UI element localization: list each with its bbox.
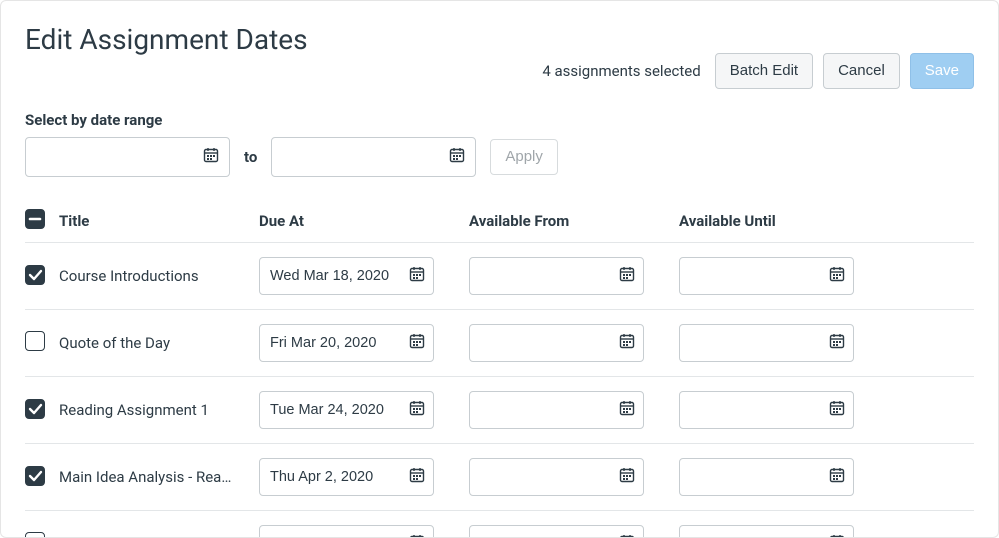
due-at-wrap (259, 525, 434, 538)
available-until-input[interactable] (679, 324, 854, 362)
due-at-wrap (259, 391, 434, 429)
apply-filter-button[interactable]: Apply (490, 139, 558, 175)
due-at-input[interactable] (259, 391, 434, 429)
col-available-from: Available From (469, 212, 679, 230)
row-select-cell (25, 532, 59, 538)
due-at-wrap (259, 458, 434, 496)
col-due-at: Due At (259, 212, 469, 230)
header-row: Edit Assignment Dates 4 assignments sele… (25, 23, 974, 89)
due-at-input[interactable] (259, 257, 434, 295)
cancel-button[interactable]: Cancel (823, 53, 900, 89)
available-until-input[interactable] (679, 525, 854, 538)
available-from-cell (469, 525, 679, 538)
due-at-input[interactable] (259, 525, 434, 538)
row-title: Main Idea Analysis - Readi... (59, 468, 249, 486)
available-until-wrap (679, 257, 854, 295)
row-select-checkbox[interactable] (25, 399, 45, 419)
available-until-cell (679, 458, 889, 496)
page-title: Edit Assignment Dates (25, 23, 308, 56)
filter-label: Select by date range (25, 111, 974, 129)
available-from-input[interactable] (469, 324, 644, 362)
available-from-cell (469, 324, 679, 362)
filter-to-label: to (244, 148, 257, 166)
available-from-wrap (469, 525, 644, 538)
due-at-cell (259, 324, 469, 362)
available-until-cell (679, 525, 889, 538)
edit-assignment-dates-page: Edit Assignment Dates 4 assignments sele… (0, 0, 999, 538)
available-until-wrap (679, 324, 854, 362)
table-row: Main Idea Analysis - Readi... (25, 444, 974, 511)
date-range-filter: Select by date range to Apply (25, 111, 974, 177)
select-all-cell (25, 209, 59, 232)
due-at-cell (259, 458, 469, 496)
filter-end-date-input[interactable] (271, 137, 476, 177)
due-at-wrap (259, 324, 434, 362)
due-at-input[interactable] (259, 324, 434, 362)
available-from-cell (469, 458, 679, 496)
due-at-cell (259, 525, 469, 538)
due-at-cell (259, 257, 469, 295)
available-until-cell (679, 324, 889, 362)
row-select-cell (25, 265, 59, 288)
available-from-wrap (469, 391, 644, 429)
col-available-until: Available Until (679, 212, 889, 230)
row-select-checkbox[interactable] (25, 265, 45, 285)
available-from-input[interactable] (469, 257, 644, 295)
row-title: Quote of the Day (59, 334, 249, 352)
assignments-table: Title Due At Available From Available Un… (25, 201, 974, 538)
filter-start-date-wrap (25, 137, 230, 177)
table-row: Writing Assignment 1 (25, 511, 974, 538)
row-select-checkbox[interactable] (25, 466, 45, 486)
available-from-wrap (469, 458, 644, 496)
available-from-input[interactable] (469, 525, 644, 538)
row-select-cell (25, 331, 59, 355)
row-select-cell (25, 466, 59, 489)
filter-start-date-input[interactable] (25, 137, 230, 177)
batch-edit-button[interactable]: Batch Edit (715, 53, 813, 89)
col-title: Title (59, 212, 259, 230)
available-from-cell (469, 391, 679, 429)
row-title: Reading Assignment 1 (59, 401, 249, 419)
available-from-input[interactable] (469, 458, 644, 496)
save-button[interactable]: Save (910, 53, 974, 89)
table-header-row: Title Due At Available From Available Un… (25, 201, 974, 243)
row-select-checkbox[interactable] (25, 532, 45, 538)
available-from-wrap (469, 324, 644, 362)
table-row: Quote of the Day (25, 310, 974, 377)
select-all-checkbox[interactable] (25, 209, 45, 229)
available-from-input[interactable] (469, 391, 644, 429)
table-row: Course Introductions (25, 243, 974, 310)
available-until-input[interactable] (679, 458, 854, 496)
table-body: Course Introductions Quote of the Day Read… (25, 243, 974, 538)
due-at-wrap (259, 257, 434, 295)
available-from-wrap (469, 257, 644, 295)
available-until-wrap (679, 391, 854, 429)
filter-controls: to Apply (25, 137, 974, 177)
due-at-input[interactable] (259, 458, 434, 496)
row-title: Course Introductions (59, 267, 249, 285)
row-select-checkbox[interactable] (25, 331, 45, 351)
due-at-cell (259, 391, 469, 429)
available-until-input[interactable] (679, 391, 854, 429)
available-until-wrap (679, 458, 854, 496)
available-until-wrap (679, 525, 854, 538)
table-row: Reading Assignment 1 (25, 377, 974, 444)
available-until-cell (679, 257, 889, 295)
available-until-cell (679, 391, 889, 429)
available-until-input[interactable] (679, 257, 854, 295)
selection-status: 4 assignments selected (542, 62, 700, 80)
filter-end-date-wrap (271, 137, 476, 177)
available-from-cell (469, 257, 679, 295)
row-select-cell (25, 399, 59, 422)
header-actions: 4 assignments selected Batch Edit Cancel… (542, 53, 974, 89)
